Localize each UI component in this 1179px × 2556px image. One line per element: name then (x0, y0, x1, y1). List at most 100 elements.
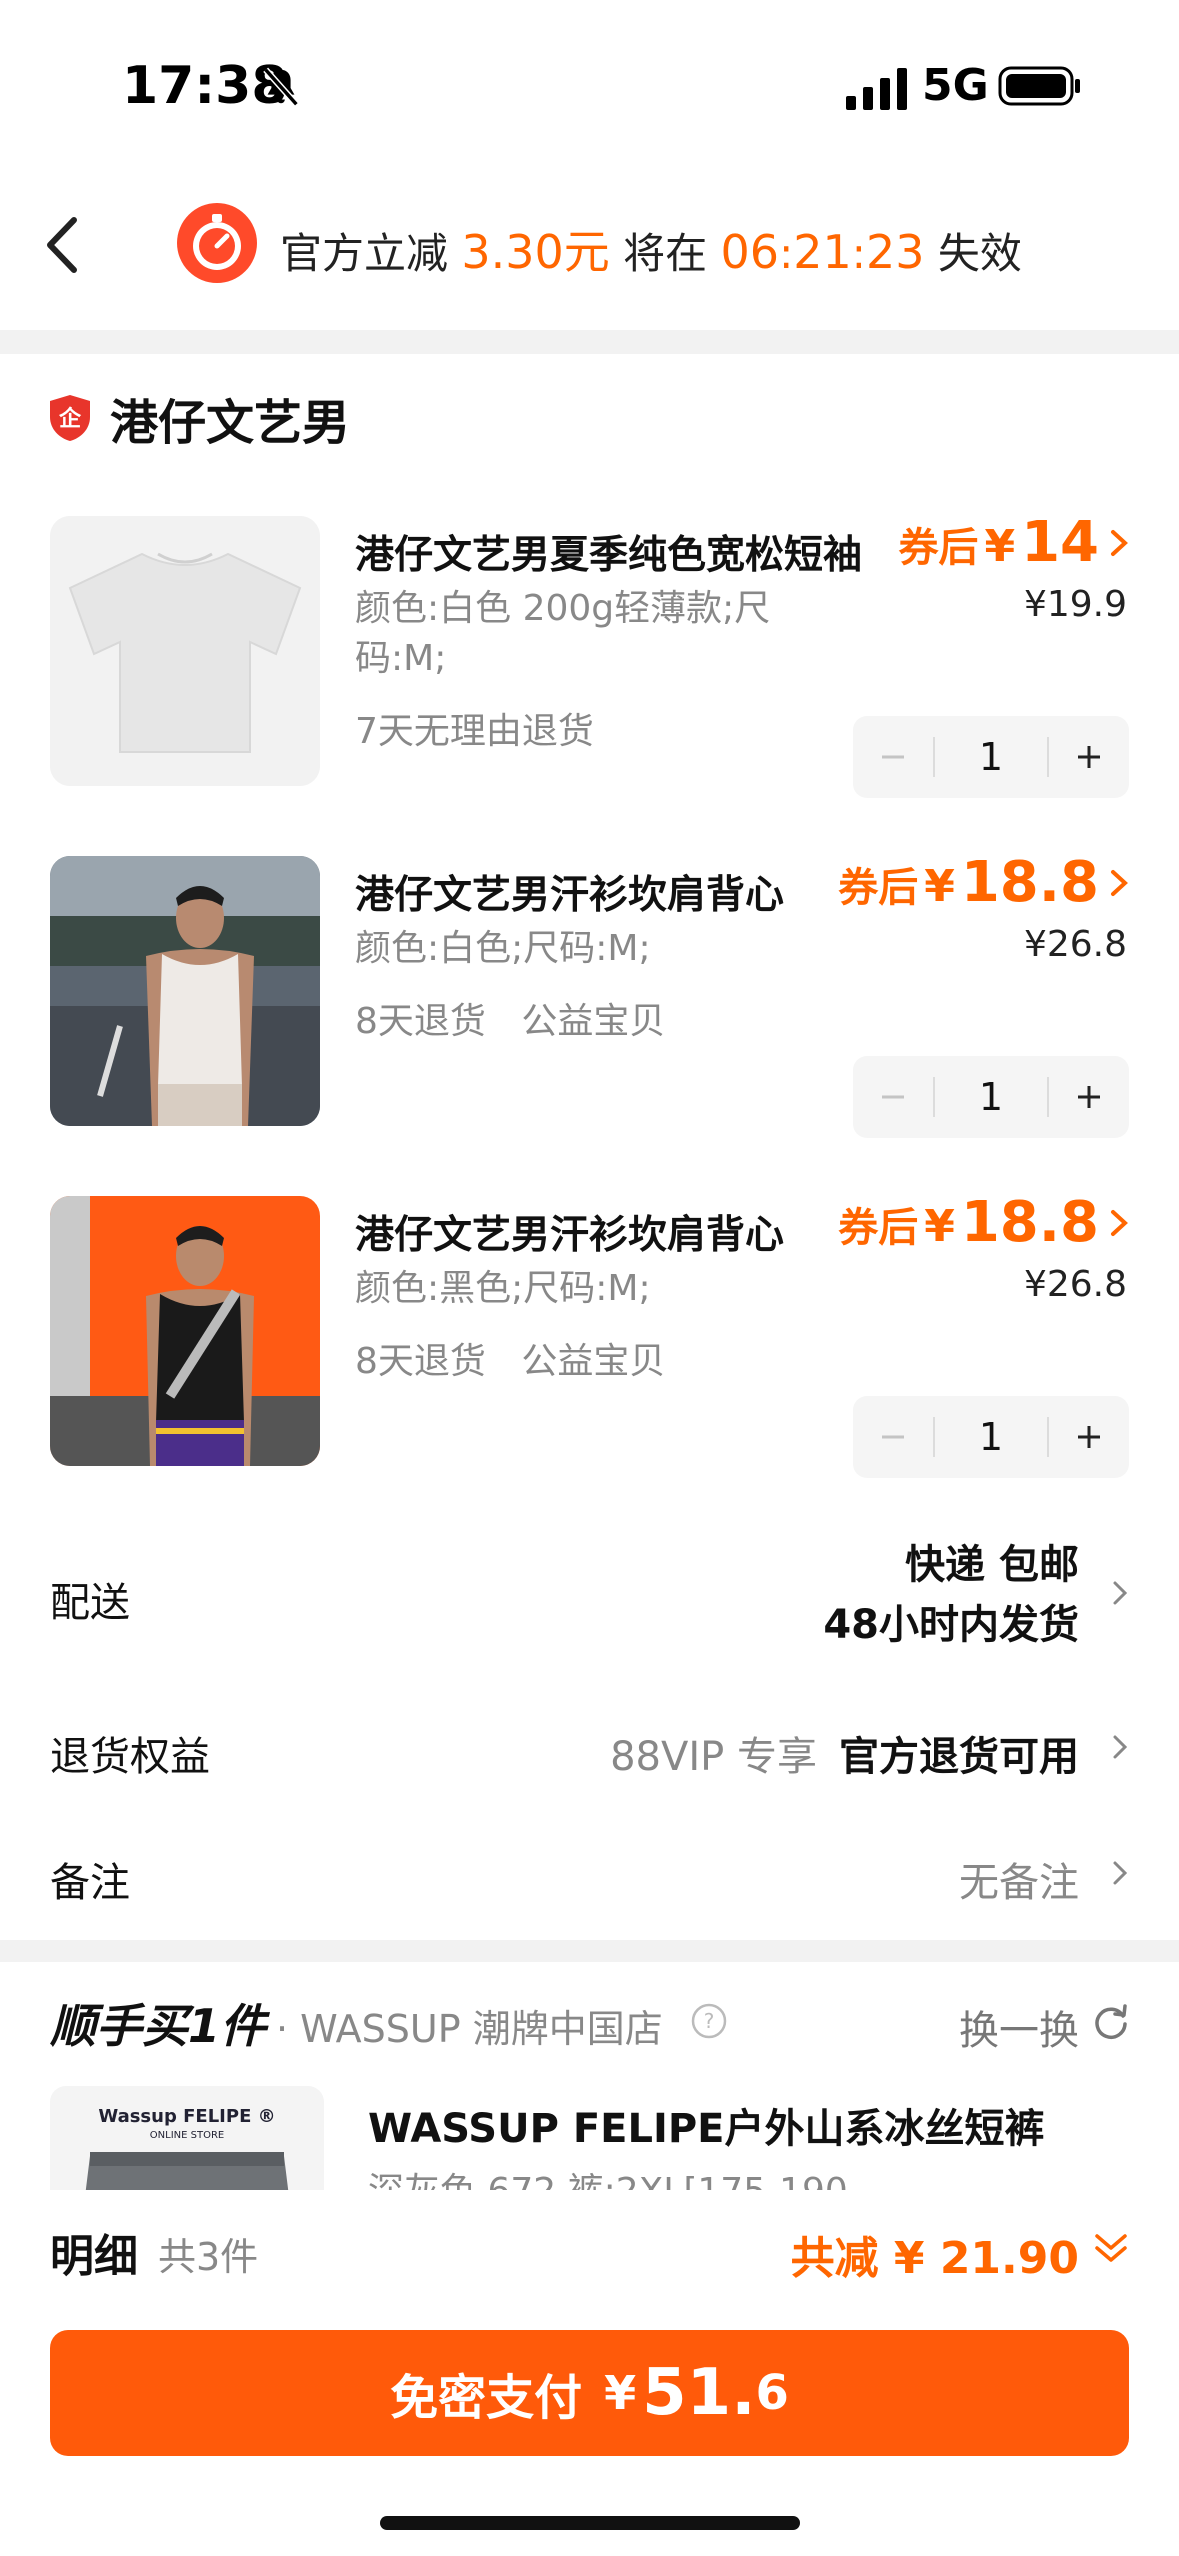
decrease-button[interactable] (853, 716, 933, 798)
recommended-product-thumbnail[interactable]: Wassup FELIPE ® ONLINE STORE (50, 2086, 324, 2192)
product-title: 港仔文艺男夏季纯色宽松短袖 (355, 533, 863, 578)
currency-symbol: ¥ (924, 1201, 955, 1252)
product-title: 港仔文艺男汗衫坎肩背心 (355, 1213, 785, 1258)
detail-label[interactable]: 明细 (50, 2220, 138, 2284)
recommended-product-spec[interactable]: 深灰色 672 裤:2XL[175-190 (368, 2162, 848, 2192)
checkout-footer: 明细 共3件 共减 ¥ 21.90 免密支付 ¥ 51. 6 (0, 2190, 1179, 2556)
service-tags: 8天退货 公益宝贝 (355, 1332, 689, 1384)
section-divider (0, 330, 1179, 354)
minus-icon (882, 1435, 904, 1439)
home-indicator[interactable] (380, 2516, 800, 2530)
delivery-row[interactable]: 配送 快递 包邮 48小时内发货 (0, 1520, 1179, 1680)
original-price: ¥26.8 (1023, 1264, 1127, 1305)
chevron-right-icon (1111, 529, 1128, 556)
product-spec[interactable]: 颜色:白色 200g轻薄款;尺码:M; (355, 584, 825, 684)
service-tags: 8天退货 公益宝贝 (355, 992, 689, 1044)
pay-label: 免密支付 (390, 2370, 583, 2426)
coupon-price[interactable]: 券后 ¥ 18.8 (838, 1190, 1129, 1255)
minus-icon (882, 755, 904, 759)
coupon-label: 券后 (838, 1205, 919, 1251)
promo-header: 官方立减 3.30元 将在 06:21:23 失效 (0, 160, 1179, 330)
section-divider (0, 1940, 1179, 1962)
returns-row[interactable]: 退货权益 88VIP 专享 官方退货可用 (0, 1716, 1179, 1786)
countdown-minutes: 21 (793, 225, 852, 279)
pay-amount-integer: 51. (642, 2356, 756, 2430)
quantity-stepper[interactable]: 1 (853, 1056, 1129, 1138)
buy-one-more-section: 顺手买1件 · WASSUP 潮牌中国店 ? 换一换 Wassup FELIPE… (0, 1962, 1179, 2192)
cart-item[interactable]: 港仔文艺男汗衫坎肩背心 颜色:白色;尺码:M; 8天退货 公益宝贝 券后 ¥ 1… (0, 850, 1179, 1186)
remark-value: 无备注 (959, 1860, 1079, 1906)
cart-item[interactable]: 港仔文艺男汗衫坎肩背心 颜色:黑色;尺码:M; 8天退货 公益宝贝 券后 ¥ 1… (0, 1190, 1179, 1526)
product-spec[interactable]: 颜色:白色;尺码:M; (355, 924, 825, 974)
delivery-method: 快递 包邮 (905, 1542, 1079, 1588)
decrease-button[interactable] (853, 1056, 933, 1138)
quantity-value[interactable]: 1 (933, 1417, 1049, 1457)
quantity-value[interactable]: 1 (933, 737, 1049, 777)
plus-icon (1078, 746, 1100, 768)
quantity-stepper[interactable]: 1 (853, 1396, 1129, 1478)
pay-currency: ¥ (604, 2366, 637, 2420)
chevron-right-icon (1113, 1581, 1128, 1605)
swap-button[interactable]: 换一换 (959, 1998, 1079, 2056)
currency-symbol: ¥ (924, 861, 955, 912)
increase-button[interactable] (1049, 716, 1129, 798)
service-tag: 7天无理由退货 (355, 711, 594, 752)
coupon-label: 券后 (838, 865, 919, 911)
coupon-price[interactable]: 券后 ¥ 14 (898, 510, 1129, 575)
quantity-stepper[interactable]: 1 (853, 716, 1129, 798)
cart-item[interactable]: 港仔文艺男夏季纯色宽松短袖 颜色:白色 200g轻薄款;尺码:M; 7天无理由退… (0, 510, 1179, 846)
network-label: 5G (922, 60, 989, 111)
product-spec[interactable]: 颜色:黑色;尺码:M; (355, 1264, 825, 1314)
pay-button[interactable]: 免密支付 ¥ 51. 6 (50, 2330, 1129, 2456)
chevron-right-icon (1113, 1735, 1128, 1759)
buy-more-store[interactable]: · WASSUP 潮牌中国店 (276, 1998, 663, 2053)
double-chevron-down-icon[interactable] (1091, 2228, 1131, 2268)
help-icon[interactable]: ? (690, 2002, 728, 2040)
product-thumbnail[interactable] (50, 1196, 320, 1466)
currency-symbol: ¥ (984, 521, 1016, 572)
countdown-hours: 06 (720, 225, 780, 279)
promo-amount: 3.30元 (461, 225, 610, 279)
product-thumbnail[interactable] (50, 856, 320, 1126)
total-discount[interactable]: 共减 ¥ 21.90 (791, 2222, 1079, 2286)
increase-button[interactable] (1049, 1396, 1129, 1478)
service-tag: 8天退货 (355, 1341, 486, 1382)
coupon-price[interactable]: 券后 ¥ 18.8 (838, 850, 1129, 915)
shop-badge-icon: 企 (50, 395, 90, 441)
service-tag: 公益宝贝 (521, 1341, 666, 1382)
coupon-value: 18.8 (960, 850, 1099, 915)
quantity-value[interactable]: 1 (933, 1077, 1049, 1117)
service-tag: 8天退货 (355, 1001, 486, 1042)
shop-header[interactable]: 企 港仔文艺男 (48, 385, 350, 451)
coupon-value: 18.8 (960, 1190, 1099, 1255)
product-thumbnail[interactable] (50, 516, 320, 786)
refresh-icon[interactable] (1091, 2002, 1131, 2042)
remark-label: 备注 (50, 1860, 130, 1906)
pay-amount-decimal: 6 (755, 2365, 789, 2421)
chevron-right-icon (1111, 869, 1128, 896)
service-tags: 7天无理由退货 (355, 702, 618, 754)
back-icon[interactable] (40, 212, 84, 278)
coupon-label: 券后 (898, 525, 979, 571)
svg-text:企: 企 (58, 406, 82, 432)
signal-icon (846, 68, 907, 110)
chevron-right-icon (1111, 1209, 1128, 1236)
minus-icon (882, 1095, 904, 1099)
countdown-separator: : (779, 229, 794, 278)
increase-button[interactable] (1049, 1056, 1129, 1138)
item-count: 共3件 (158, 2235, 259, 2279)
delivery-label: 配送 (50, 1580, 130, 1626)
vip-tag: 88VIP 专享 (610, 1734, 817, 1780)
product-title: 港仔文艺男汗衫坎肩背心 (355, 873, 785, 918)
bell-off-icon (263, 67, 299, 107)
countdown-seconds: 23 (865, 225, 925, 279)
decrease-button[interactable] (853, 1396, 933, 1478)
chevron-right-icon (1113, 1861, 1128, 1885)
returns-label: 退货权益 (50, 1734, 210, 1780)
promo-middle: 将在 (623, 229, 708, 278)
coupon-value: 14 (1021, 510, 1099, 575)
buy-more-title: 顺手买1件 (50, 1999, 267, 2053)
recommended-product-title[interactable]: WASSUP FELIPE户外山系冰丝短裤 (368, 2096, 1044, 2154)
remark-row[interactable]: 备注 无备注 (0, 1842, 1179, 1912)
delivery-time: 48小时内发货 (823, 1602, 1079, 1648)
